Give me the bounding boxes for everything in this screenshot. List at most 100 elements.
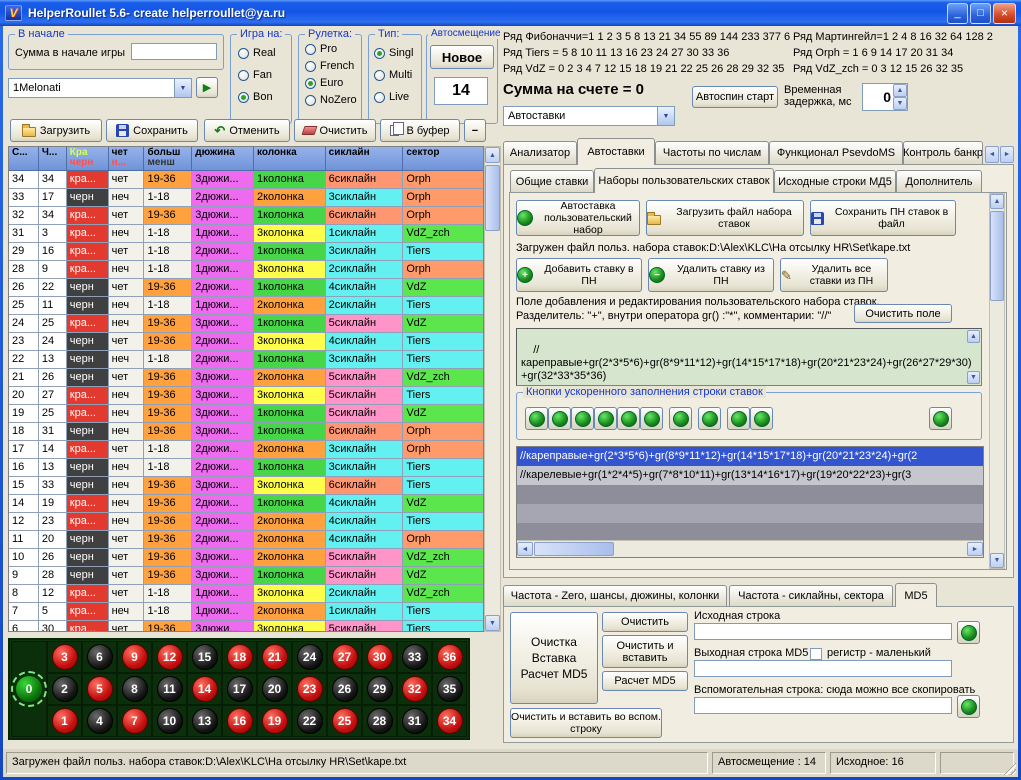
table-row[interactable]: 75кра...неч1-181дюжи...2колонка1сиклайнT… xyxy=(9,603,483,621)
bet-edit-field[interactable]: //кареправые+gr(2*3*5*6)+gr(8*9*11*12)+g… xyxy=(516,328,982,386)
table-row[interactable]: 1026чернчет19-363дюжи...2колонка5сиклайн… xyxy=(9,549,483,567)
quick-fill-1-button[interactable] xyxy=(525,407,548,430)
bet-list-item[interactable]: //карелевые+gr(1*2*4*5)+gr(7*8*10*11)+gr… xyxy=(517,466,983,485)
quick-fill-10-button[interactable] xyxy=(750,407,773,430)
new-button[interactable]: Новое xyxy=(430,45,494,69)
scroll-up-icon[interactable]: ▲ xyxy=(990,194,1004,209)
scroll-down-icon[interactable]: ▼ xyxy=(990,553,1004,568)
column-header[interactable]: сектор xyxy=(403,147,483,171)
output-string-input[interactable] xyxy=(694,660,952,677)
column-header[interactable]: Ч... xyxy=(39,147,67,171)
quick-fill-3-button[interactable] xyxy=(571,407,594,430)
md5-clear-paste-calc-button[interactable]: Очистка Вставка Расчет MD5 xyxy=(510,612,598,704)
roulette-number-32[interactable]: 32 xyxy=(402,676,428,702)
roulette-number-6[interactable]: 6 xyxy=(87,644,113,670)
roulette-number-9[interactable]: 9 xyxy=(122,644,148,670)
remove-all-bets-button[interactable]: ✎ Удалить все ставки из ПН xyxy=(780,258,888,292)
roulette-number-33[interactable]: 33 xyxy=(402,644,428,670)
roulette-number-19[interactable]: 19 xyxy=(262,708,288,734)
lowercase-checkbox[interactable] xyxy=(810,648,822,660)
roulette-number-27[interactable]: 27 xyxy=(332,644,358,670)
radio-singl[interactable]: Singl xyxy=(374,47,413,59)
tab-frequency-chances[interactable]: Частота - Zero, шансы, дюжины, колонки xyxy=(503,585,727,606)
subtab-user-bet-sets[interactable]: Наборы пользовательских ставок xyxy=(594,168,774,193)
table-row[interactable]: 1533черннеч19-363дюжи...3колонка6сиклайн… xyxy=(9,477,483,495)
table-scrollbar[interactable]: ▲ ▼ xyxy=(484,146,501,632)
table-row[interactable]: 1714кра...чет1-182дюжи...2колонка3сиклай… xyxy=(9,441,483,459)
column-header[interactable]: Крачерн xyxy=(67,147,109,171)
column-header[interactable]: большменш xyxy=(144,147,192,171)
roulette-number-15[interactable]: 15 xyxy=(192,644,218,670)
quick-fill-8-button[interactable] xyxy=(698,407,721,430)
roulette-number-3[interactable]: 3 xyxy=(52,644,78,670)
roulette-number-2[interactable]: 2 xyxy=(52,676,78,702)
autospin-start-button[interactable]: Автоспин старт xyxy=(692,86,778,108)
table-row[interactable]: 1613черннеч1-182дюжи...1колонка3сиклайнT… xyxy=(9,459,483,477)
table-row[interactable]: 928чернчет19-363дюжи...1колонка5сиклайнV… xyxy=(9,567,483,585)
subtab-general-bets[interactable]: Общие ставки xyxy=(510,170,594,192)
roulette-number-22[interactable]: 22 xyxy=(297,708,323,734)
subtab-additional[interactable]: Дополнитель xyxy=(896,170,982,192)
tab-bankroll-control[interactable]: Контроль банкр xyxy=(903,141,983,164)
tab-number-frequencies[interactable]: Частоты по числам xyxy=(655,141,769,164)
roulette-number-25[interactable]: 25 xyxy=(332,708,358,734)
table-row[interactable]: 2126чернчет19-363дюжи...2колонка5сиклайн… xyxy=(9,369,483,387)
table-row[interactable]: 1831черннеч19-363дюжи...1колонка6сиклайн… xyxy=(9,423,483,441)
close-button[interactable]: × xyxy=(993,3,1016,24)
roulette-number-5[interactable]: 5 xyxy=(87,676,113,702)
play-button[interactable]: ▶ xyxy=(196,77,218,98)
roulette-number-1[interactable]: 1 xyxy=(52,708,78,734)
roulette-number-11[interactable]: 11 xyxy=(157,676,183,702)
profile-select[interactable]: 1Melonati ▼ xyxy=(8,78,192,98)
table-row[interactable]: 3234кра...чет19-363дюжи...1колонка6сикла… xyxy=(9,207,483,225)
radio-bon[interactable]: Bon xyxy=(238,91,273,103)
quick-fill-9-button[interactable] xyxy=(727,407,750,430)
md5-clear-button[interactable]: Очистить xyxy=(602,612,688,632)
clear-button[interactable]: Очистить xyxy=(294,119,376,142)
column-header[interactable]: С... xyxy=(9,147,39,171)
table-row[interactable]: 2916кра...чет1-182дюжи...1колонка3сиклай… xyxy=(9,243,483,261)
spinner-up-icon[interactable]: ▲ xyxy=(893,84,907,97)
roulette-number-0[interactable]: 0 xyxy=(15,675,43,703)
table-row[interactable]: 2213черннеч1-182дюжи...1колонка3сиклайнT… xyxy=(9,351,483,369)
panel-scrollbar[interactable]: ▲ ▼ xyxy=(989,193,1005,569)
table-row[interactable]: 3317черннеч1-182дюжи...2колонка3сиклайнO… xyxy=(9,189,483,207)
bet-list[interactable]: //кареправые+gr(2*3*5*6)+gr(8*9*11*12)+g… xyxy=(516,446,984,558)
roulette-number-24[interactable]: 24 xyxy=(297,644,323,670)
roulette-number-10[interactable]: 10 xyxy=(157,708,183,734)
quick-fill-5-button[interactable] xyxy=(617,407,640,430)
table-row[interactable]: 630кра...чет19-363дюжи...3колонка5сиклай… xyxy=(9,621,483,632)
table-row[interactable]: 2425кра...неч19-363дюжи...1колонка5сикла… xyxy=(9,315,483,333)
roulette-number-34[interactable]: 34 xyxy=(437,708,463,734)
roulette-number-36[interactable]: 36 xyxy=(437,644,463,670)
clear-field-button[interactable]: Очистить поле xyxy=(854,304,952,323)
bet-list-hscrollbar[interactable]: ◄ ► xyxy=(517,540,983,557)
roulette-number-8[interactable]: 8 xyxy=(122,676,148,702)
scroll-up-icon[interactable]: ▲ xyxy=(967,330,980,343)
save-bet-set-file-button[interactable]: Сохранить ПН ставок в файл xyxy=(810,200,956,236)
collapse-button[interactable]: − xyxy=(464,119,486,142)
table-row[interactable]: 812кра...чет1-181дюжи...3колонка2сиклайн… xyxy=(9,585,483,603)
roulette-number-30[interactable]: 30 xyxy=(367,644,393,670)
tab-scroll-left-icon[interactable]: ◄ xyxy=(985,146,999,163)
scroll-down-icon[interactable]: ▼ xyxy=(967,371,980,384)
tab-frequency-sixlines[interactable]: Частота - сиклайны, сектора xyxy=(729,585,893,606)
autobets-select[interactable]: Автоставки ▼ xyxy=(503,106,675,126)
load-button[interactable]: Загрузить xyxy=(10,119,102,142)
roulette-number-21[interactable]: 21 xyxy=(262,644,288,670)
table-row[interactable]: 1223кра...неч19-362дюжи...2колонка4сикла… xyxy=(9,513,483,531)
scrollbar-thumb[interactable] xyxy=(485,165,500,231)
column-header[interactable]: колонка xyxy=(254,147,326,171)
quick-fill-2-button[interactable] xyxy=(548,407,571,430)
scrollbar-thumb[interactable] xyxy=(990,211,1004,301)
table-row[interactable]: 1925кра...неч19-363дюжи...1колонка5сикла… xyxy=(9,405,483,423)
roulette-number-26[interactable]: 26 xyxy=(332,676,358,702)
column-header[interactable]: сиклайн xyxy=(326,147,404,171)
roulette-number-20[interactable]: 20 xyxy=(262,676,288,702)
bet-list-item[interactable]: //кареправые+gr(2*3*5*6)+gr(8*9*11*12)+g… xyxy=(517,447,983,466)
scroll-right-icon[interactable]: ► xyxy=(967,542,983,556)
table-row[interactable]: 2324чернчет19-362дюжи...3колонка4сиклайн… xyxy=(9,333,483,351)
quick-fill-6-button[interactable] xyxy=(640,407,663,430)
tab-scroll-right-icon[interactable]: ► xyxy=(1000,146,1014,163)
subtab-md5-source-strings[interactable]: Исходные строки МД5 xyxy=(774,170,896,192)
